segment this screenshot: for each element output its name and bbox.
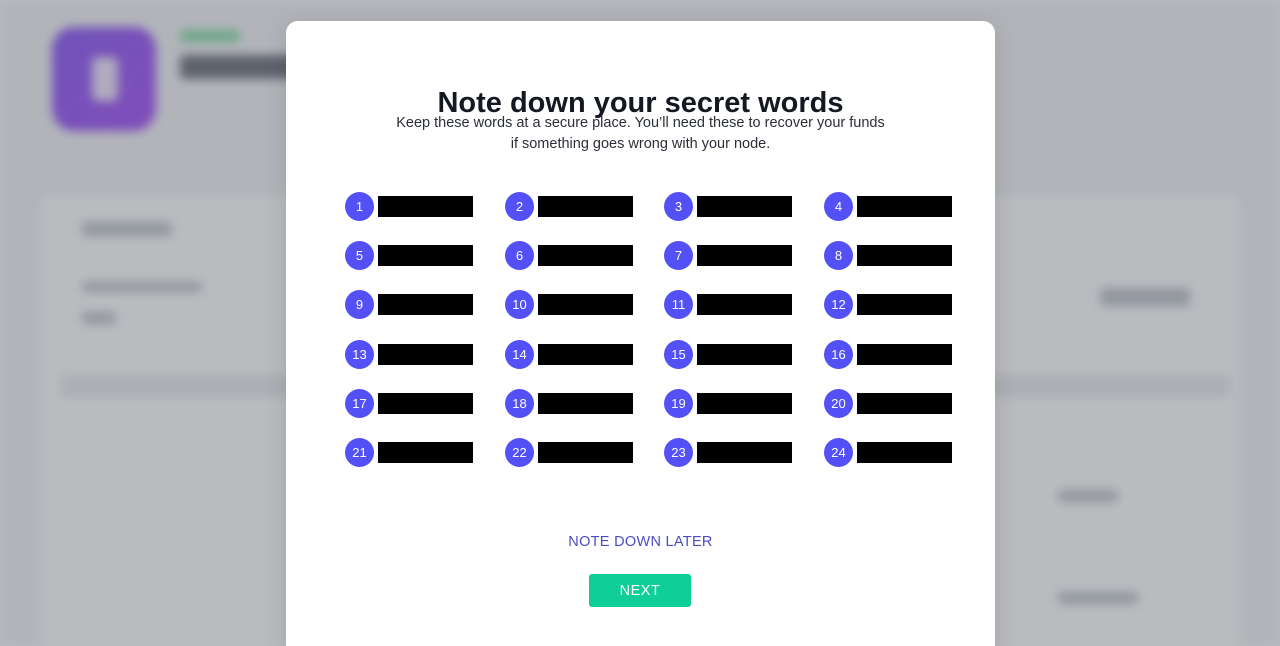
secret-word-item: 2: [505, 192, 635, 222]
redacted-word: [538, 294, 633, 315]
redacted-word: [378, 442, 473, 463]
secret-word-item: 5: [345, 241, 475, 271]
secret-word-item: 6: [505, 241, 635, 271]
secret-word-item: 8: [824, 241, 954, 271]
redacted-word: [538, 393, 633, 414]
secret-word-item: 4: [824, 192, 954, 222]
word-number-badge: 24: [824, 438, 853, 467]
word-number-badge: 12: [824, 290, 853, 319]
word-number-badge: 22: [505, 438, 534, 467]
redacted-word: [378, 245, 473, 266]
secret-word-item: 13: [345, 340, 475, 370]
secret-word-item: 3: [664, 192, 794, 222]
redacted-word: [697, 196, 792, 217]
redacted-word: [857, 245, 952, 266]
word-number-badge: 9: [345, 290, 374, 319]
redacted-word: [538, 344, 633, 365]
word-number-badge: 16: [824, 340, 853, 369]
secret-word-item: 16: [824, 340, 954, 370]
secret-word-item: 18: [505, 389, 635, 419]
secret-words-modal: Note down your secret words Keep these w…: [286, 21, 995, 646]
secret-word-item: 17: [345, 389, 475, 419]
word-number-badge: 6: [505, 241, 534, 270]
secret-word-item: 22: [505, 438, 635, 468]
secret-word-item: 11: [664, 290, 794, 320]
word-number-badge: 10: [505, 290, 534, 319]
secret-word-item: 15: [664, 340, 794, 370]
word-number-badge: 13: [345, 340, 374, 369]
word-number-badge: 2: [505, 192, 534, 221]
word-number-badge: 21: [345, 438, 374, 467]
word-number-badge: 7: [664, 241, 693, 270]
word-number-badge: 5: [345, 241, 374, 270]
redacted-word: [857, 294, 952, 315]
redacted-word: [378, 344, 473, 365]
redacted-word: [857, 344, 952, 365]
word-number-badge: 14: [505, 340, 534, 369]
secret-word-item: 24: [824, 438, 954, 468]
redacted-word: [697, 393, 792, 414]
secret-word-item: 9: [345, 290, 475, 320]
secret-word-item: 1: [345, 192, 475, 222]
redacted-word: [857, 196, 952, 217]
secret-word-item: 14: [505, 340, 635, 370]
word-number-badge: 15: [664, 340, 693, 369]
redacted-word: [697, 294, 792, 315]
secret-word-item: 21: [345, 438, 475, 468]
redacted-word: [697, 344, 792, 365]
secret-word-item: 23: [664, 438, 794, 468]
word-number-badge: 19: [664, 389, 693, 418]
word-number-badge: 23: [664, 438, 693, 467]
redacted-word: [378, 196, 473, 217]
redacted-word: [697, 442, 792, 463]
next-button[interactable]: NEXT: [589, 574, 691, 607]
note-down-later-link[interactable]: NOTE DOWN LATER: [286, 534, 995, 550]
word-number-badge: 3: [664, 192, 693, 221]
redacted-word: [538, 245, 633, 266]
word-number-badge: 1: [345, 192, 374, 221]
secret-word-item: 7: [664, 241, 794, 271]
word-number-badge: 11: [664, 290, 693, 319]
redacted-word: [378, 393, 473, 414]
redacted-word: [538, 442, 633, 463]
word-number-badge: 4: [824, 192, 853, 221]
secret-word-item: 12: [824, 290, 954, 320]
redacted-word: [378, 294, 473, 315]
word-number-badge: 17: [345, 389, 374, 418]
word-number-badge: 20: [824, 389, 853, 418]
secret-word-item: 20: [824, 389, 954, 419]
word-number-badge: 18: [505, 389, 534, 418]
redacted-word: [697, 245, 792, 266]
redacted-word: [857, 442, 952, 463]
word-number-badge: 8: [824, 241, 853, 270]
secret-word-item: 19: [664, 389, 794, 419]
secret-word-item: 10: [505, 290, 635, 320]
redacted-word: [857, 393, 952, 414]
redacted-word: [538, 196, 633, 217]
modal-description: Keep these words at a secure place. You’…: [396, 115, 885, 152]
